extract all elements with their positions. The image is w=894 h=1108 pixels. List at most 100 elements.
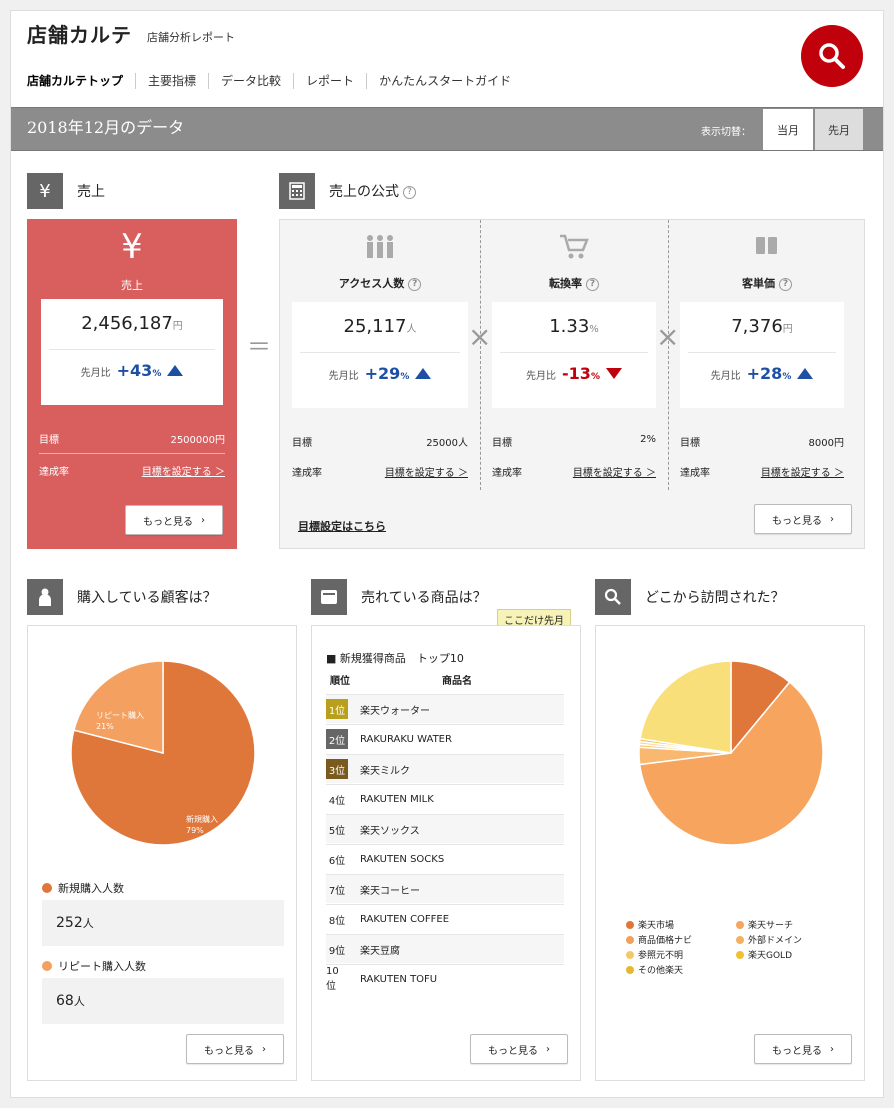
table-row[interactable]: 10位 RAKUTEN TOFU <box>326 964 564 994</box>
sales-set-target-link[interactable]: 目標を設定する ＞ <box>142 463 225 478</box>
search-icon <box>595 579 631 615</box>
pie-slice <box>639 660 732 754</box>
search-button[interactable] <box>801 25 863 87</box>
table-row[interactable]: 6位 RAKUTEN SOCKS <box>326 844 564 874</box>
sales-target-label: 目標 <box>39 435 59 446</box>
nav-item-compare[interactable]: データ比較 <box>209 73 295 89</box>
rank-badge: 5位 <box>328 825 346 837</box>
new-customers-box: 252 人 <box>42 900 284 946</box>
access-change: +29 <box>364 364 401 383</box>
down-arrow-icon <box>605 368 622 379</box>
sales-value-box: 2,456,187円 先月比 +43% <box>41 299 223 405</box>
legend-label: 参照元不明 <box>638 951 684 961</box>
help-icon[interactable]: ? <box>403 185 416 199</box>
table-row[interactable]: 7位 楽天コーヒー <box>326 874 564 904</box>
table-row[interactable]: 9位 楽天豆腐 <box>326 934 564 964</box>
products-rank-table: 1位 楽天ウォーター 2位 RAKURAKU WATER 3位 楽天ミルク 4位 RAKUTE… <box>326 694 564 994</box>
access-set-target-link[interactable]: 目標を設定する ＞ <box>385 464 468 479</box>
legend-dot <box>626 935 634 944</box>
legend-label: 外部ドメイン <box>748 936 803 946</box>
customers-more-button[interactable]: もっと見る › <box>186 1034 284 1064</box>
conversion-target-value: 2% <box>640 434 656 445</box>
unit-price-compare-label: 先月比 <box>710 371 741 382</box>
sources-more-button[interactable]: もっと見る › <box>754 1034 852 1064</box>
rank-badge: 7位 <box>328 885 346 897</box>
formula-section-header: 売上の公式? <box>279 173 416 209</box>
chevron-right-icon: › <box>830 513 834 525</box>
legend-new: 新規購入人数 <box>42 880 124 896</box>
products-title: 売れている商品は？ <box>361 590 487 606</box>
formula-more-button[interactable]: もっと見る › <box>754 504 852 534</box>
access-value: 25,117 <box>343 316 407 337</box>
unit-price-target-label: 目標 <box>680 438 700 449</box>
product-name: 楽天ウォーター <box>360 705 430 717</box>
tab-previous-month[interactable]: 先月 <box>815 109 863 150</box>
sales-more-label: もっと見る <box>143 516 193 528</box>
table-row[interactable]: 3位 楽天ミルク <box>326 754 564 784</box>
conversion-compare-label: 先月比 <box>526 371 557 382</box>
access-unit: 人 <box>406 324 417 335</box>
legend-label: 楽天GOLD <box>748 951 793 961</box>
tab-current-month[interactable]: 当月 <box>763 109 813 150</box>
legend-dot <box>736 950 744 959</box>
equals-sign: ＝ <box>247 333 271 361</box>
nav-item-report[interactable]: レポート <box>294 73 368 89</box>
conversion-set-target-link[interactable]: 目標を設定する ＞ <box>573 464 656 479</box>
product-name: RAKUTEN COFFEE <box>360 913 450 925</box>
nav-item-guide[interactable]: かんたんスタートガイド <box>367 73 523 89</box>
legend-item: その他楽天 <box>626 963 683 976</box>
sources-legend: 楽天市場 楽天サーチ 商品価格ナビ 外部ドメイン 参照元不明 楽天GOLD その他楽天 <box>626 918 846 978</box>
chevron-right-icon: › <box>830 1043 834 1055</box>
legend-new-label: 新規購入人数 <box>58 882 124 895</box>
product-name: 楽天コーヒー <box>360 885 420 897</box>
sales-more-button[interactable]: もっと見る › <box>125 505 223 535</box>
sales-compare-label: 先月比 <box>80 368 111 379</box>
rank-badge: 9位 <box>328 945 346 957</box>
sources-card: 楽天市場 楽天サーチ 商品価格ナビ 外部ドメイン 参照元不明 楽天GOLD その他楽天 もっ… <box>595 625 865 1081</box>
target-settings-link[interactable]: 目標設定はこちら <box>298 518 386 534</box>
formula-col-access: アクセス人数? 25,117人 先月比 +29% 目標 25000人 達成率 目標… <box>280 220 480 490</box>
table-row[interactable]: 8位 RAKUTEN COFFEE <box>326 904 564 934</box>
access-label: アクセス人数 <box>338 277 405 290</box>
table-row[interactable]: 5位 楽天ソックス <box>326 814 564 844</box>
table-row[interactable]: 1位 楽天ウォーター <box>326 694 564 724</box>
box-icon <box>311 579 347 615</box>
table-row[interactable]: 2位 RAKURAKU WATER <box>326 724 564 754</box>
help-icon[interactable]: ? <box>779 277 792 291</box>
legend-dot <box>626 950 634 959</box>
access-target-label: 目標 <box>292 438 312 449</box>
legend-repeat: リピート購入人数 <box>42 958 146 974</box>
col-name-header: 商品名 <box>442 676 472 687</box>
chevron-right-icon: › <box>201 514 205 526</box>
chevron-right-icon: › <box>262 1043 266 1055</box>
legend-dot <box>736 920 744 929</box>
unit-price-target-value: 8000円 <box>808 438 844 449</box>
rank-badge: 10位 <box>326 966 339 992</box>
help-icon[interactable]: ? <box>586 277 599 291</box>
nav-item-kpi[interactable]: 主要指標 <box>136 73 210 89</box>
help-icon[interactable]: ? <box>408 277 422 291</box>
legend-dot <box>626 920 634 929</box>
legend-item: 楽天サーチ <box>736 918 793 931</box>
up-arrow-icon <box>415 368 432 379</box>
legend-dot <box>626 965 634 974</box>
sales-achieve-label: 達成率 <box>39 467 69 478</box>
unit-price-label: 客単価 <box>742 277 775 290</box>
unit-price-value-box: 7,376円 先月比 +28% <box>680 302 844 408</box>
unit-price-change-unit: % <box>782 372 792 382</box>
products-list-title: ■ 新規獲得商品 トップ10 <box>326 652 464 665</box>
conversion-value-box: 1.33% 先月比 -13% <box>492 302 656 408</box>
sales-card: ¥ 売上 2,456,187円 先月比 +43% 目標 2500000円 達成率 … <box>27 219 237 549</box>
coins-icon <box>668 234 866 262</box>
products-more-button[interactable]: もっと見る › <box>470 1034 568 1064</box>
product-name: RAKUTEN SOCKS <box>360 853 445 865</box>
app-subtitle: 店舗分析レポート <box>147 31 235 44</box>
person-icon <box>27 579 63 615</box>
unit-price-set-target-link[interactable]: 目標を設定する ＞ <box>761 464 844 479</box>
nav-item-top[interactable]: 店舗カルテトップ <box>27 73 137 89</box>
table-row[interactable]: 4位 RAKUTEN MILK <box>326 784 564 814</box>
cart-icon <box>480 234 668 266</box>
people-icon <box>280 234 480 266</box>
search-icon <box>819 43 845 69</box>
product-name: RAKUTEN TOFU <box>360 973 438 985</box>
